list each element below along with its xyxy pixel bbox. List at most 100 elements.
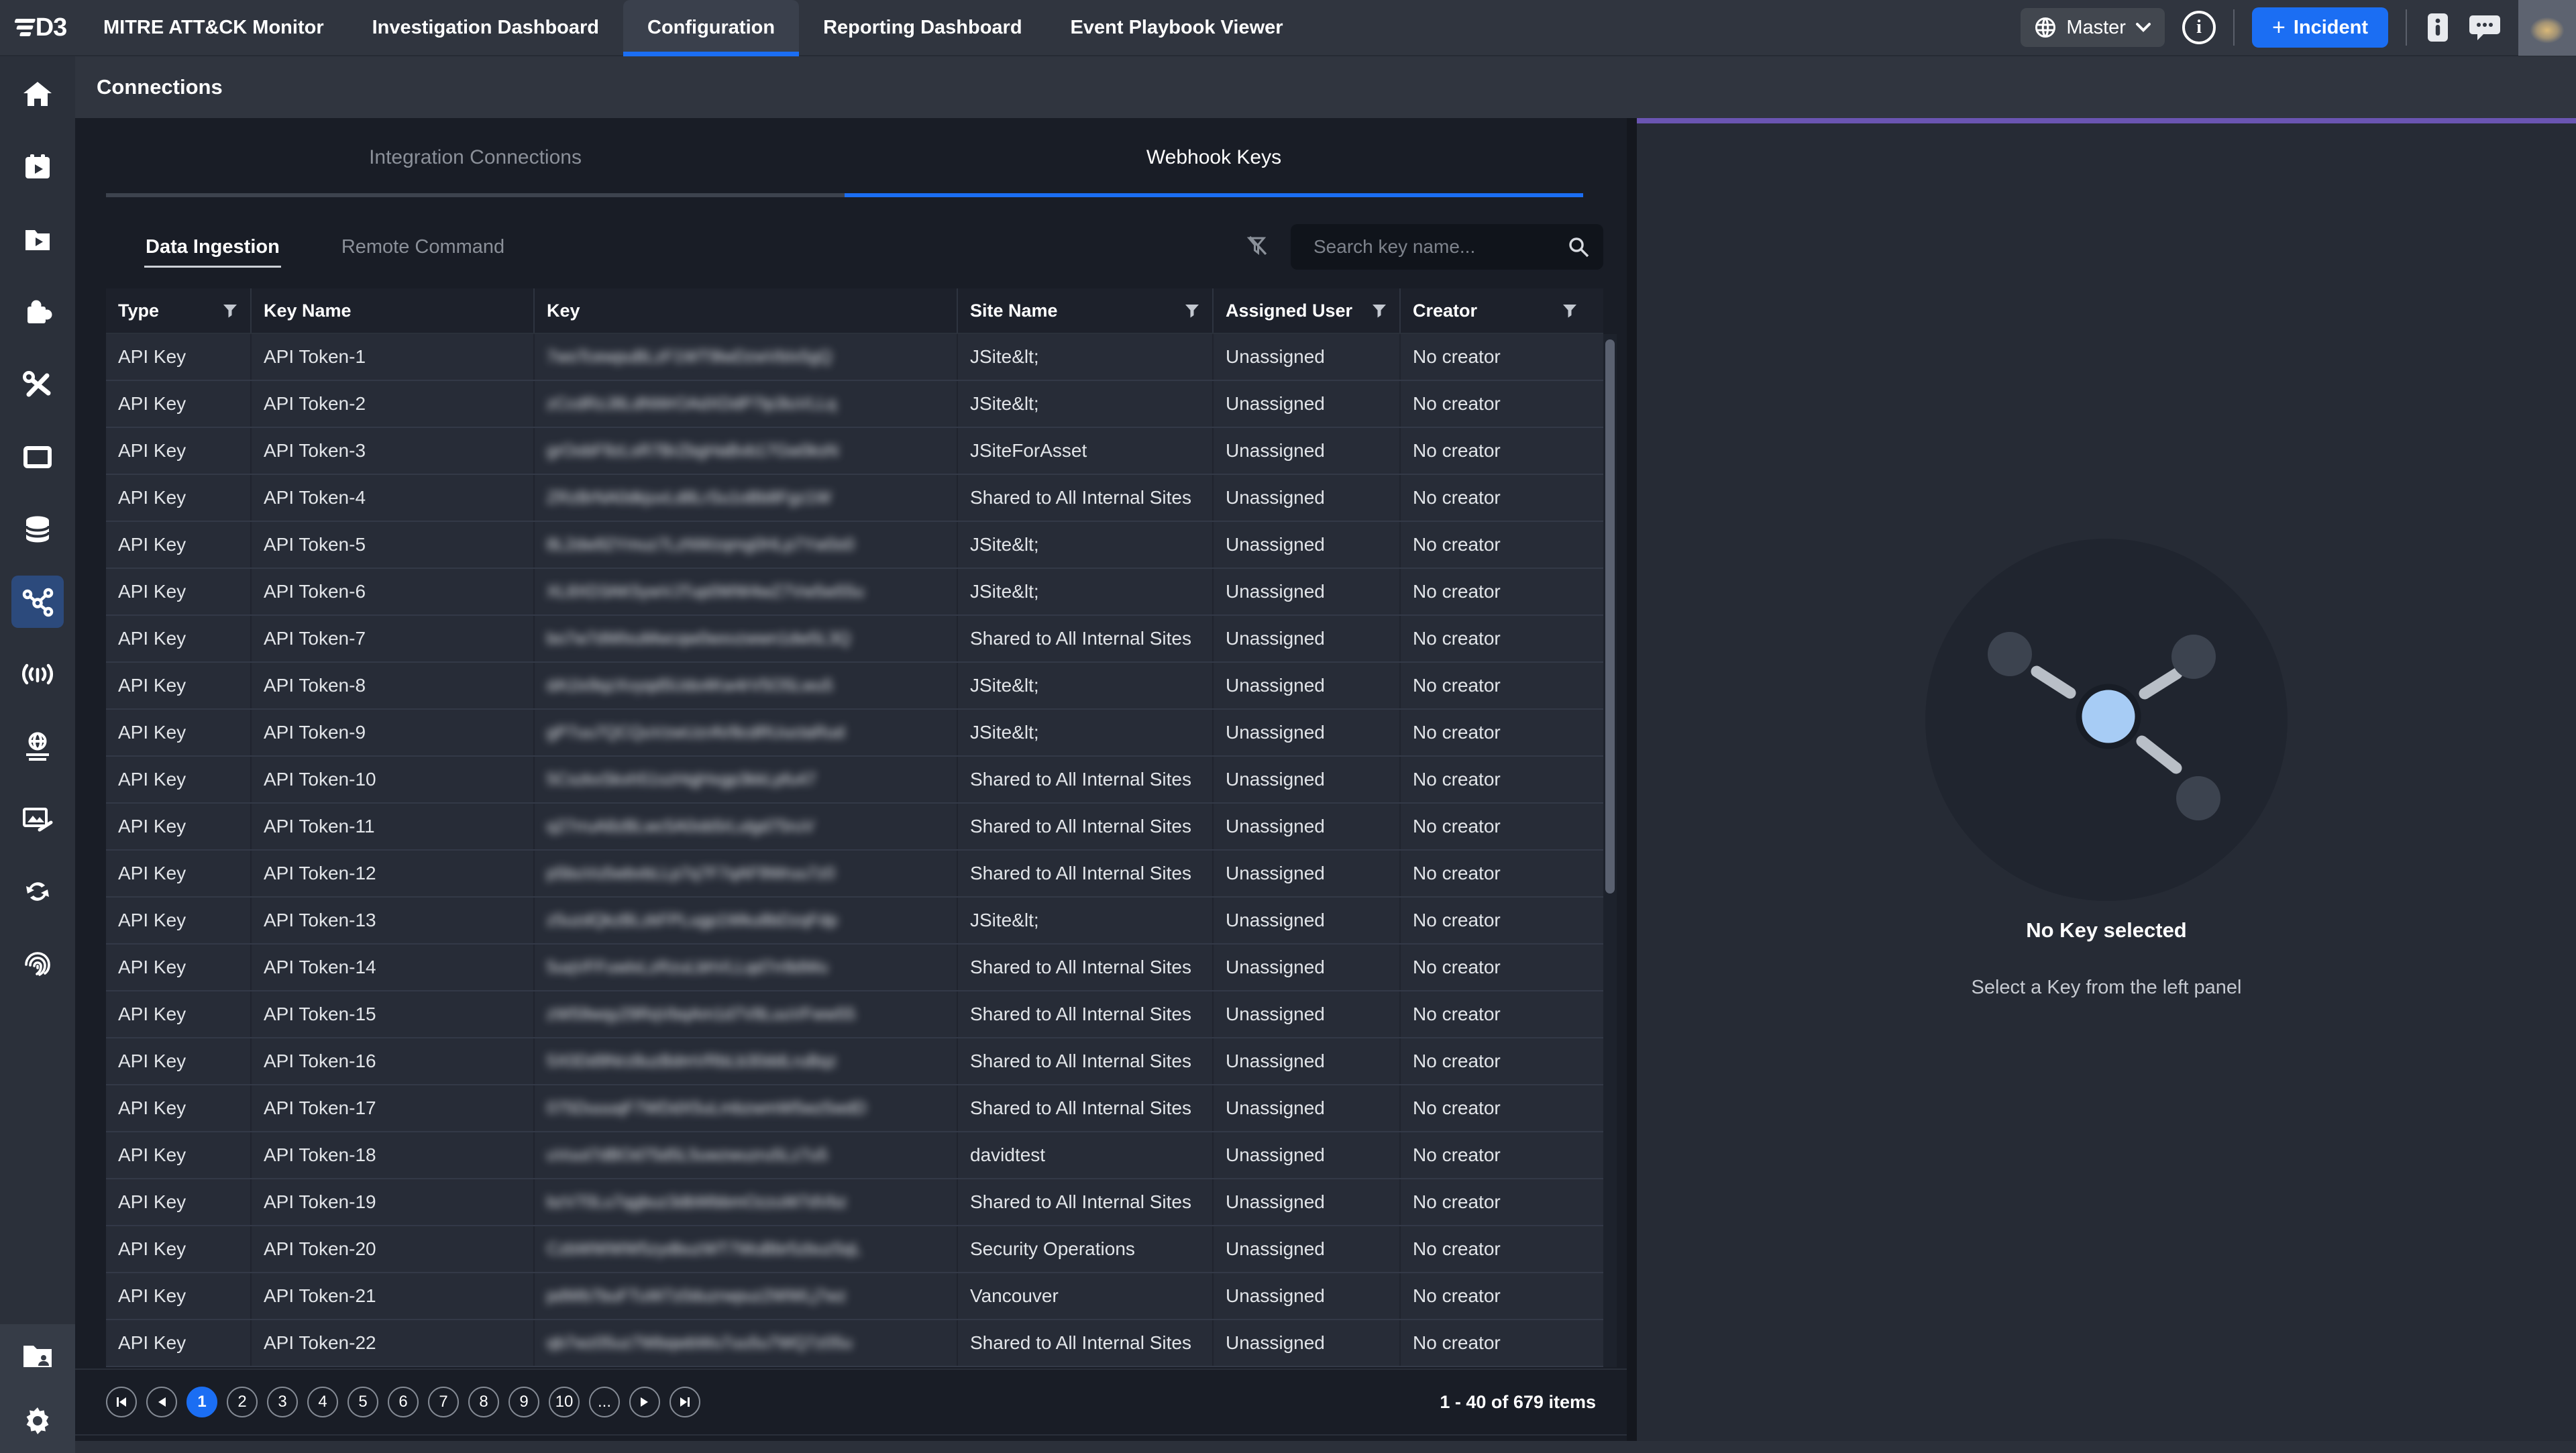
first-page-button[interactable] [106, 1387, 137, 1417]
page-number-button[interactable]: 8 [468, 1387, 499, 1417]
home-icon[interactable] [11, 68, 64, 121]
masked-key-value: 075DuuuqF7WDdX5uLmbzwmW5wz5wdD [547, 1099, 867, 1118]
user-avatar[interactable] [2518, 0, 2576, 56]
table-row[interactable]: API Key API Token-14 5uqVFFuwlxLzRzuLbhV… [106, 945, 1603, 991]
table-row[interactable]: API Key API Token-8 dA1lx9qzXvyqd5Udo4Kw… [106, 663, 1603, 710]
plus-icon: + [2272, 16, 2286, 39]
table-row[interactable]: API Key API Token-3 grOobF9zLsR7BrZbgHaB… [106, 428, 1603, 475]
table-row[interactable]: API Key API Token-6 XL8XD3AK5ywVJTup0WW4… [106, 569, 1603, 616]
database-icon[interactable] [11, 503, 64, 555]
page-number-button[interactable]: 1 [186, 1387, 217, 1417]
table-row[interactable]: API Key API Token-5 8L2dw92Ymuz7LzNWzqmg… [106, 522, 1603, 569]
main-menu-item[interactable]: MITRE ATT&CK Monitor [79, 0, 348, 55]
folder-user-icon[interactable] [11, 1330, 64, 1383]
main-menu-item[interactable]: Reporting Dashboard [799, 0, 1046, 55]
table-row[interactable]: API Key API Token-4 ZRzBrNA0dkjuvLd8LrSu… [106, 475, 1603, 522]
vertical-scrollbar[interactable] [1603, 334, 1617, 1367]
new-incident-button[interactable]: + Incident [2252, 7, 2388, 48]
chevron-down-icon [2135, 22, 2151, 33]
table-row[interactable]: API Key API Token-18 uVuut7dBOd75d5L5uwz… [106, 1132, 1603, 1179]
gear-icon[interactable] [11, 1395, 64, 1447]
main-menu-item[interactable]: Configuration [623, 0, 799, 55]
table-row[interactable]: API Key API Token-10 5CszkxSkxh51szHqjHx… [106, 757, 1603, 804]
masked-key-value: CzbWWWW5zydbuzWT7WuBbr5zbuz5qL [547, 1240, 861, 1259]
table-row[interactable]: API Key API Token-19 bzV70Lu7qgbuz3dbWbb… [106, 1179, 1603, 1226]
masked-key-value: qb7wz05uz7WbqwbWu7uu5u7WQ7z05u [547, 1334, 852, 1353]
table-row[interactable]: API Key API Token-20 CzbWWWW5zydbuzWT7Wu… [106, 1226, 1603, 1273]
network-icon[interactable] [11, 576, 64, 628]
search-input[interactable] [1313, 236, 1567, 258]
page-number-button[interactable]: 2 [227, 1387, 258, 1417]
key-detail-panel: No Key selected Select a Key from the le… [1637, 118, 2576, 1441]
tab-bar: Integration Connections Webhook Keys [106, 118, 1583, 197]
tab-integration-connections[interactable]: Integration Connections [106, 118, 845, 197]
subtab-data-ingestion[interactable]: Data Ingestion [144, 227, 281, 268]
table-row[interactable]: API Key API Token-7 bo7w7dWlxuMwcqw0wxvz… [106, 616, 1603, 663]
filter-funnel-icon[interactable] [1184, 303, 1200, 319]
chat-icon[interactable] [2469, 13, 2501, 42]
pagination-bar: 123456789 10... 1 - 40 of 679 items [75, 1368, 1627, 1436]
globe-icon [2034, 16, 2057, 39]
masked-key-value: ZRzBrNA0dkjuvLd8LrSu1oBb8Fgz1W [547, 488, 831, 508]
top-navigation: D3 MITRE ATT&CK MonitorInvestigation Das… [0, 0, 2576, 56]
sync-arrows-icon[interactable] [11, 865, 64, 918]
info-icon[interactable]: i [2182, 11, 2216, 44]
masked-key-value: 5CszkxSkxh51szHqjHxgp3kkLpfu47 [547, 770, 816, 790]
globe-lines-icon[interactable] [11, 720, 64, 773]
masked-key-value: q27rruA8zBLwc5A0ob5rLulgd75ruV [547, 817, 814, 837]
page-number-button[interactable]: 6 [388, 1387, 419, 1417]
items-count-summary: 1 - 40 of 679 items [1440, 1392, 1596, 1413]
table-row[interactable]: API Key API Token-2 zCcdRzJ8LdNWrOAdXDdP… [106, 381, 1603, 428]
table-row[interactable]: API Key API Token-12 p5buVu5wbvbLLp7q7F7… [106, 851, 1603, 898]
masked-key-value: zW59wqy29RqVbqAm1d7V8LuuVFww55 [547, 1005, 855, 1024]
previous-page-button[interactable] [146, 1387, 177, 1417]
page-number-button[interactable]: ... [589, 1387, 620, 1417]
d3-logo[interactable]: D3 [0, 0, 79, 55]
tab-webhook-keys[interactable]: Webhook Keys [845, 118, 1583, 197]
scrollbar-thumb[interactable] [1605, 339, 1615, 894]
bottom-strip [75, 1441, 2576, 1453]
masked-key-value: grOobF9zLsR7BrZbgHaBvb17Gw0ksN [547, 441, 839, 461]
filter-funnel-icon[interactable] [222, 303, 238, 319]
main-menu-item[interactable]: Investigation Dashboard [348, 0, 623, 55]
panel-icon[interactable] [11, 431, 64, 483]
table-row[interactable]: API Key API Token-11 q27rruA8zBLwc5A0ob5… [106, 804, 1603, 851]
table-row[interactable]: API Key API Token-17 075DuuuqF7WDdX5uLmb… [106, 1085, 1603, 1132]
masked-key-value: pdWb7buFTuW7z0duzrwpuz2WWLj7wz [547, 1287, 846, 1306]
content-area: Integration Connections Webhook Keys Dat… [75, 118, 2576, 1441]
page-number-button[interactable]: 4 [307, 1387, 338, 1417]
page-number-button[interactable]: 10 [549, 1387, 580, 1417]
page-number-button[interactable]: 5 [347, 1387, 378, 1417]
empty-state-subtitle: Select a Key from the left panel [1637, 977, 2576, 999]
video-play-icon[interactable] [11, 213, 64, 266]
site-scope-label: Master [2066, 17, 2126, 39]
last-page-button[interactable] [669, 1387, 700, 1417]
table-row[interactable]: API Key API Token-21 pdWb7buFTuW7z0duzrw… [106, 1273, 1603, 1320]
subtab-remote-command[interactable]: Remote Command [340, 227, 506, 268]
site-scope-dropdown[interactable]: Master [2021, 8, 2165, 47]
main-menu-item[interactable]: Event Playbook Viewer [1046, 0, 1307, 55]
page-number-button[interactable]: 9 [508, 1387, 539, 1417]
broadcast-icon[interactable] [11, 648, 64, 700]
puzzle-icon[interactable] [11, 286, 64, 338]
filter-funnel-icon[interactable] [1371, 303, 1387, 319]
calendar-play-icon[interactable] [11, 141, 64, 193]
column-header-key: Key [533, 288, 957, 333]
table-row[interactable]: API Key API Token-15 zW59wqy29RqVbqAm1d7… [106, 991, 1603, 1038]
clear-filter-icon[interactable] [1245, 234, 1271, 260]
release-notes-icon[interactable] [2424, 12, 2451, 43]
filter-funnel-icon[interactable] [1562, 303, 1578, 319]
table-row[interactable]: API Key API Token-22 qb7wz05uz7WbqwbWu7u… [106, 1320, 1603, 1367]
next-page-button[interactable] [629, 1387, 660, 1417]
page-number-button[interactable]: 3 [267, 1387, 298, 1417]
search-icon[interactable] [1567, 235, 1590, 258]
page-number-button[interactable]: 7 [428, 1387, 459, 1417]
image-pen-icon[interactable] [11, 793, 64, 845]
table-row[interactable]: API Key API Token-16 5X0Dd9Nrz8uzBdmVRbL… [106, 1038, 1603, 1085]
table-row[interactable]: API Key API Token-9 gP7uu7QCQuVzwUzrAV8c… [106, 710, 1603, 757]
fingerprint-icon[interactable] [11, 938, 64, 990]
column-header-assigned-user: Assigned User [1212, 288, 1399, 333]
table-row[interactable]: API Key API Token-1 7woTcewpuBLzF1WT9lwD… [106, 334, 1603, 381]
table-row[interactable]: API Key API Token-13 z5uzdQkzBLzkFPLugp1… [106, 898, 1603, 945]
tools-icon[interactable] [11, 358, 64, 411]
